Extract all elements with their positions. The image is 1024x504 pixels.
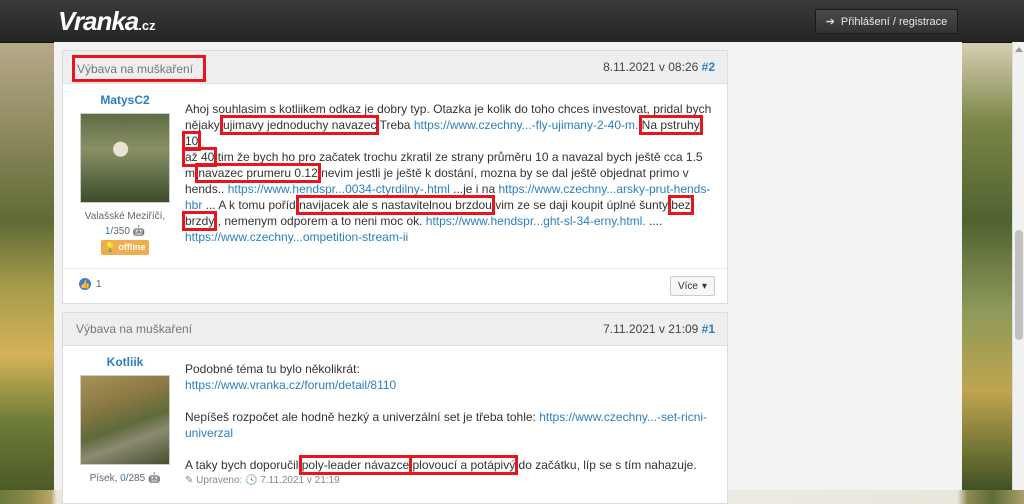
- highlight: navijacek ale s nastavitelnou brzdou: [296, 195, 495, 215]
- like-count: 1: [96, 278, 102, 290]
- scrollbar-thumb[interactable]: [1015, 230, 1023, 340]
- text: ... A k tomu poříd: [202, 198, 300, 212]
- forum-post: Výbava na muškaření 8.11.2021 v 08:26 #2…: [62, 50, 728, 304]
- highlight: poly-leader návazce: [298, 455, 413, 475]
- text: vim ze se daji koupit úplné šunty: [491, 198, 672, 212]
- text: ....: [645, 214, 663, 228]
- highlight: až 40: [181, 147, 218, 167]
- login-label: Přihlášení / registrace: [840, 15, 948, 28]
- text: Treba: [376, 118, 414, 132]
- post-footer: 👍 1 Více ▾: [63, 268, 727, 303]
- login-register-button[interactable]: ➔ Přihlášení / registrace: [815, 9, 958, 34]
- like-button[interactable]: 👍 1: [79, 278, 102, 290]
- product-link[interactable]: https://www.czechny...ompetition-stream-…: [185, 230, 408, 244]
- background-left: [0, 42, 54, 490]
- edit-icon: ✎: [185, 475, 194, 486]
- post-date: 7.11.2021 v 21:09 #1: [603, 322, 715, 336]
- caret-down-icon: ▾: [701, 280, 707, 292]
- main-content: Výbava na muškaření 8.11.2021 v 08:26 #2…: [54, 42, 962, 504]
- status-badge: 💡 offline: [100, 240, 150, 255]
- android-icon: 🤖: [132, 226, 146, 237]
- post-title: Výbava na muškaření: [72, 55, 207, 82]
- post-count: Písek, 0/285 🤖: [77, 473, 173, 484]
- logo-tld: .cz: [138, 18, 156, 33]
- post-count-total: /285: [125, 473, 146, 484]
- author-name-link[interactable]: Kotliik: [77, 355, 173, 369]
- edited-date: 7.11.2021 v 21:19: [260, 475, 340, 486]
- thumbs-up-icon: 👍: [79, 278, 91, 290]
- post-title: Výbava na muškaření: [76, 322, 193, 336]
- author-name-link[interactable]: MatysC2: [77, 93, 173, 107]
- more-label: Více: [677, 280, 698, 292]
- post-number-link[interactable]: #1: [702, 322, 715, 336]
- author-card: MatysC2 Valašské Meziříčí, 1/350 🤖 💡 off…: [77, 83, 173, 255]
- clock-icon: 🕓: [245, 475, 258, 486]
- post-number-link[interactable]: #2: [702, 60, 715, 74]
- text: Nepíšeš rozpočet ale hodně hezký a unive…: [185, 410, 540, 424]
- author-card: Kotliik Písek, 0/285 🤖: [77, 345, 173, 484]
- post-date-text: 7.11.2021 v 21:09: [603, 322, 699, 336]
- forum-link[interactable]: https://www.vranka.cz/forum/detail/8110: [185, 378, 396, 392]
- logo-text: Vranka: [58, 6, 139, 36]
- site-logo[interactable]: Vranka.cz: [58, 6, 156, 37]
- top-navbar: Vranka.cz ➔ Přihlášení / registrace: [0, 0, 1024, 43]
- text: A taky bych doporučil: [185, 458, 302, 472]
- post-body: Podobné téma tu bylo několikrát: https:/…: [185, 361, 715, 489]
- post-header: Výbava na muškaření 8.11.2021 v 08:26 #2: [63, 51, 727, 84]
- lightbulb-icon: 💡: [104, 242, 116, 252]
- forum-post: Výbava na muškaření 7.11.2021 v 21:09 #1…: [62, 312, 728, 504]
- author-location: Písek,: [89, 473, 118, 484]
- avatar[interactable]: [80, 113, 170, 203]
- scroll-up-icon[interactable]: [1015, 47, 1023, 52]
- post-count-total: /350: [110, 226, 130, 237]
- author-location: Valašské Meziříčí,: [84, 211, 166, 222]
- highlight: plovoucí a potápivý: [409, 455, 519, 475]
- text: Podobné téma tu bylo několikrát:: [185, 362, 360, 376]
- post-count: 1/350 🤖: [77, 226, 173, 237]
- sign-in-icon: ➔: [825, 16, 835, 28]
- product-link[interactable]: https://www.hendspr...0034-ctyrdilny-.ht…: [228, 182, 450, 196]
- post-body: Ahoj souhlasim s kotliikem odkaz je dobr…: [181, 101, 715, 245]
- edited-label: Upraveno:: [196, 475, 243, 486]
- highlight: navazec prumeru 0.12: [195, 163, 321, 183]
- avatar[interactable]: [80, 375, 170, 465]
- edited-note: ✎ Upraveno: 🕓 7.11.2021 v 21:19: [185, 473, 715, 489]
- post-date: 8.11.2021 v 08:26 #2: [603, 60, 715, 74]
- page-scrollbar[interactable]: [1012, 42, 1024, 490]
- product-link[interactable]: https://www.czechny...-fly-ujimany-2-40-…: [414, 118, 639, 132]
- post-header: Výbava na muškaření 7.11.2021 v 21:09 #1: [63, 313, 727, 346]
- text: ...je i na: [449, 182, 499, 196]
- text: , nemenym odporem a to neni moc ok.: [214, 214, 426, 228]
- more-button[interactable]: Více ▾: [669, 276, 715, 296]
- text: do začátku, líp se s tím nahazuje.: [515, 458, 697, 472]
- product-link[interactable]: https://www.hendspr...ght-sl-34-erny.htm…: [426, 214, 646, 228]
- highlight: ujimavy jednoduchy navazec: [220, 115, 380, 135]
- background-right: [962, 42, 1012, 490]
- status-text: offline: [118, 242, 146, 252]
- post-date-text: 8.11.2021 v 08:26: [603, 60, 699, 74]
- android-icon: 🤖: [147, 473, 161, 484]
